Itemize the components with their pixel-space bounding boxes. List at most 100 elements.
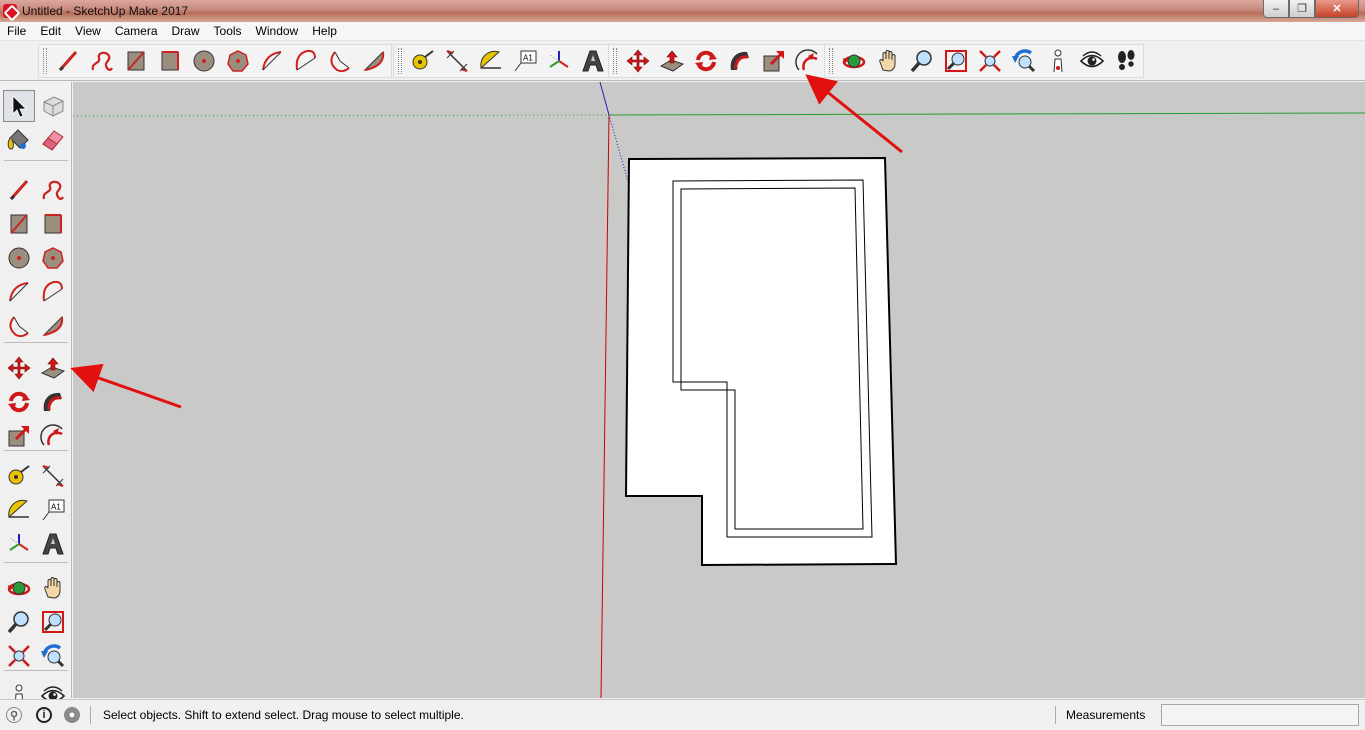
toolbar-grip[interactable] [613,48,617,74]
pan-tool-button[interactable] [871,45,905,77]
measurements-input[interactable] [1161,704,1359,726]
menu-edit[interactable]: Edit [33,24,68,38]
rotate-tool-button[interactable] [3,386,35,418]
zoom-tool-button[interactable] [905,45,939,77]
look-around-tool-button[interactable] [1075,45,1109,77]
text-label-icon: A1 [42,499,65,521]
rotate-tool-button[interactable] [689,45,723,77]
push-pull-tool-button[interactable] [655,45,689,77]
top-toolbar: A1 [0,41,1365,81]
freehand-tool-button[interactable] [37,174,69,206]
zoom-window-tool-button[interactable] [939,45,973,77]
menu-file[interactable]: File [0,24,33,38]
position-camera-tool-button[interactable] [1041,45,1075,77]
eraser-tool-button[interactable] [37,124,69,156]
status-divider [90,706,91,724]
freehand-tool-button[interactable] [85,45,119,77]
circle-icon [193,50,215,72]
rotated-rectangle-tool-button[interactable] [153,45,187,77]
text-tool-button[interactable]: A1 [37,494,69,526]
dimension-tool-button[interactable] [440,45,474,77]
rectangle-tool-button[interactable] [119,45,153,77]
2-point-arc-tool-button[interactable] [37,276,69,308]
move-tool-button[interactable] [3,352,35,384]
green-axis [608,112,1365,116]
menu-view[interactable]: View [68,24,108,38]
previous-view-tool-button[interactable] [1007,45,1041,77]
dimension-tool-button[interactable] [37,460,69,492]
blue-axis [599,82,610,116]
menu-help[interactable]: Help [305,24,344,38]
rotated-rectangle-tool-button[interactable] [37,208,69,240]
arc-tool-button[interactable] [255,45,289,77]
toolbar-grip[interactable] [398,48,402,74]
maximize-button[interactable]: ❐ [1289,0,1315,18]
2-point-arc-tool-button[interactable] [289,45,323,77]
scale-tool-button[interactable] [3,420,35,452]
geo-location-icon[interactable]: ⚲ [6,707,22,723]
orbit-tool-button[interactable] [837,45,871,77]
previous-view-tool-button[interactable] [37,640,69,672]
3d-text-tool-button[interactable] [37,528,69,560]
scale-tool-button[interactable] [757,45,791,77]
circle-tool-button[interactable] [187,45,221,77]
polygon-tool-button[interactable] [221,45,255,77]
zoom-extents-tool-button[interactable] [973,45,1007,77]
rectangle-tool-button[interactable] [3,208,35,240]
polygon-tool-button[interactable] [37,242,69,274]
orbit-tool-button[interactable] [3,572,35,604]
offset-tool-button[interactable] [37,420,69,452]
zoom-extents-tool-button[interactable] [3,640,35,672]
circle-tool-button[interactable] [3,242,35,274]
walk-tool-button[interactable] [1109,45,1143,77]
menu-tools[interactable]: Tools [207,24,249,38]
3-point-arc-tool-button[interactable] [323,45,357,77]
zoom-tool-button[interactable] [3,606,35,638]
move-tool-button[interactable] [621,45,655,77]
text-tool-button[interactable]: A1 [508,45,542,77]
3d-text-tool-button[interactable] [576,45,610,77]
menu-camera[interactable]: Camera [108,24,165,38]
protractor-tool-button[interactable] [474,45,508,77]
modeling-canvas[interactable] [73,82,1365,698]
axes-tool-button[interactable] [3,528,35,560]
push-pull-tool-button[interactable] [37,352,69,384]
toolbar-grip[interactable] [829,48,833,74]
follow-me-tool-button[interactable] [37,386,69,418]
protractor-tool-button[interactable] [3,494,35,526]
line-tool-button[interactable] [3,174,35,206]
user-account-icon[interactable]: ● [64,707,80,723]
line-tool-button[interactable] [51,45,85,77]
tape-measure-tool-button[interactable] [3,460,35,492]
menu-draw[interactable]: Draw [165,24,207,38]
tape-measure-tool-button[interactable] [406,45,440,77]
footprints-icon [1118,50,1135,70]
camera-toolbar [824,44,1144,78]
left-toolbar: A1 [0,82,72,708]
menu-window[interactable]: Window [249,24,306,38]
3-point-arc-tool-button[interactable] [3,310,35,342]
select-tool-button[interactable] [3,90,35,122]
close-button[interactable]: ✕ [1315,0,1359,18]
info-icon[interactable]: i [36,707,52,723]
arc-tool-button[interactable] [3,276,35,308]
rectangle-icon [10,214,28,234]
measurements-divider [1055,706,1056,724]
follow-me-tool-button[interactable] [723,45,757,77]
pan-tool-button[interactable] [37,572,69,604]
minimize-button[interactable]: – [1263,0,1289,18]
toolbar-grip[interactable] [43,48,47,74]
make-component-tool-button[interactable] [37,90,69,122]
two-point-arc-icon [42,280,63,302]
offset-tool-button[interactable] [791,45,825,77]
menu-bar: File Edit View Camera Draw Tools Window … [0,22,1365,41]
axes-tool-button[interactable] [542,45,576,77]
zoom-window-icon [42,611,64,633]
three-point-arc-icon [9,316,29,338]
paint-bucket-tool-button[interactable] [3,124,35,156]
pie-tool-button[interactable] [37,310,69,342]
zoom-window-tool-button[interactable] [37,606,69,638]
pie-tool-button[interactable] [357,45,391,77]
status-bar: ⚲ i ● Select objects. Shift to extend se… [0,699,1365,730]
model-viewport[interactable] [73,82,1365,698]
